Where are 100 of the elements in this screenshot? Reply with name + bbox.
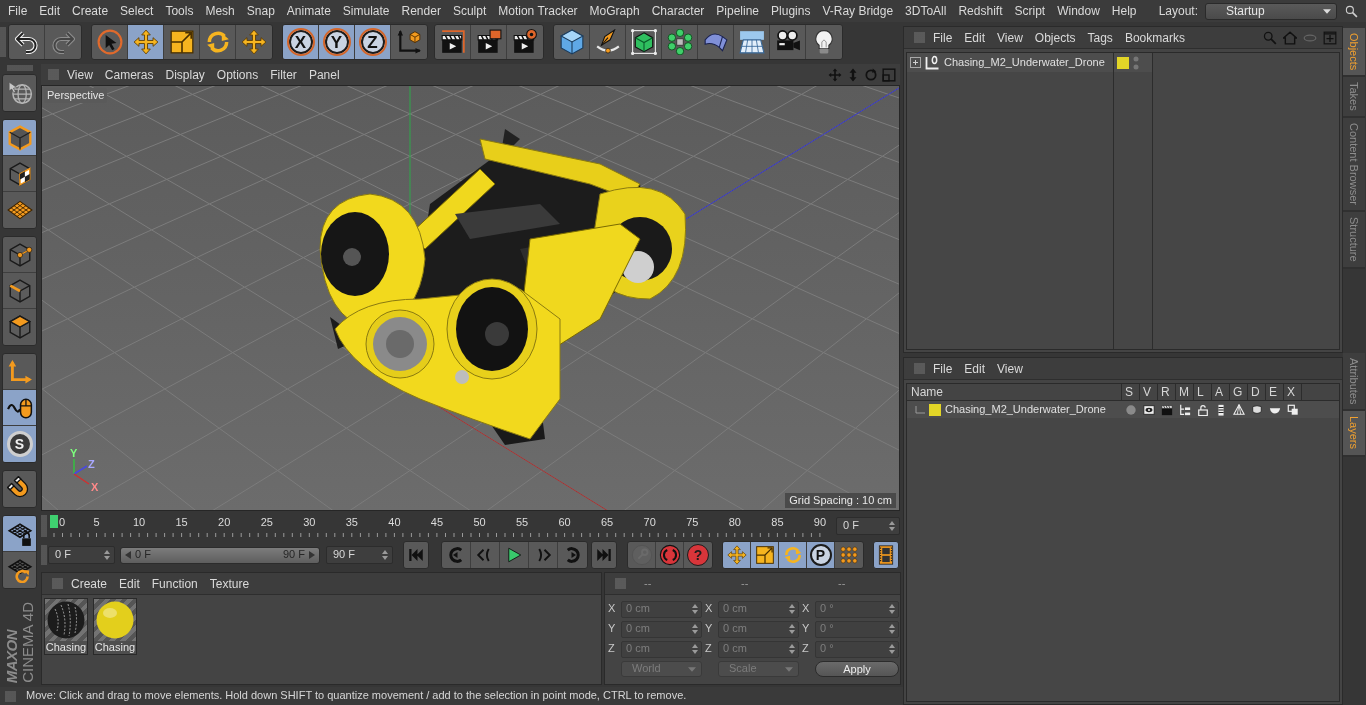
grip-handle-icon[interactable] (48, 69, 59, 80)
menu-item[interactable]: MoGraph (583, 0, 646, 22)
solo-button[interactable]: S (3, 426, 36, 462)
menu-item[interactable]: Edit (33, 0, 67, 22)
panel-tab[interactable]: Objects (1343, 28, 1365, 78)
menu-item[interactable]: Objects (1028, 26, 1082, 49)
menu-item[interactable]: Render (395, 0, 447, 22)
material-swatch[interactable]: Chasing (44, 598, 88, 655)
frame-number: 35 (345, 516, 358, 530)
menu-item[interactable]: Plugins (765, 0, 817, 22)
tweak-mode-button[interactable] (3, 390, 36, 426)
rotation-key-button[interactable] (779, 542, 807, 568)
grip-handle-icon[interactable] (52, 578, 63, 589)
menu-item[interactable]: File (927, 26, 959, 49)
grip-handle-icon[interactable] (41, 515, 47, 537)
frame-number: 5 (93, 516, 100, 530)
move-arrows-icon (828, 67, 842, 82)
caret-icon (1323, 8, 1331, 14)
grip-handle-icon[interactable] (914, 32, 925, 43)
menu-item[interactable]: Motion Tracker (492, 0, 584, 22)
object-row[interactable]: Chasing_M2_Underwater_Drone (907, 53, 1113, 72)
range-start-label: 0 F (135, 548, 151, 562)
grip-handle-icon[interactable] (5, 690, 16, 702)
axis-lock-button[interactable]: X (283, 25, 319, 59)
model-mode-button[interactable] (3, 120, 36, 156)
play-icon (505, 546, 523, 564)
menu-item[interactable]: File (2, 0, 34, 22)
axis-label: X (705, 602, 714, 616)
menu-item[interactable]: Animate (280, 0, 337, 22)
material-swatch[interactable]: Chasing (93, 598, 137, 655)
menu-item[interactable]: Panel (302, 63, 346, 86)
menu-item[interactable]: Snap (240, 0, 281, 22)
axis-lock-button[interactable]: Y (319, 25, 355, 59)
move-arrows-icon (241, 29, 267, 55)
playhead-marker[interactable] (50, 515, 58, 528)
menu-item[interactable]: Redshift (952, 0, 1009, 22)
panel-tab[interactable]: Layers (1343, 411, 1365, 457)
menu-item[interactable]: View (61, 63, 99, 86)
undo-arrow-icon (14, 30, 39, 54)
cube-outline-icon (6, 124, 33, 151)
menu-item[interactable]: Function (145, 572, 204, 595)
menu-item[interactable]: Character (645, 0, 711, 22)
menu-item[interactable]: Window (1051, 0, 1106, 22)
spinner-arrows-icon (382, 550, 388, 560)
layer-row[interactable]: Chasing_M2_Underwater_Drone (907, 401, 1339, 418)
workplane-lock-button[interactable] (3, 516, 36, 552)
menu-item[interactable]: Bookmarks (1118, 26, 1191, 49)
menu-item[interactable]: Tools (159, 0, 200, 22)
frame-number: 65 (600, 516, 614, 530)
menu-item[interactable]: V-Ray Bridge (816, 0, 900, 22)
menu-item[interactable]: View (991, 26, 1029, 49)
apply-button[interactable]: Apply (815, 661, 899, 677)
grip-handle-icon[interactable] (6, 65, 33, 71)
home-icon (1283, 30, 1297, 45)
menu-item[interactable]: View (991, 357, 1029, 380)
menu-item[interactable]: Mesh (199, 0, 241, 22)
start-frame-field[interactable]: 0 F (48, 546, 115, 564)
timeline-button[interactable] (873, 541, 899, 569)
snapping-button[interactable] (2, 470, 37, 508)
axis-lock-button[interactable]: Z (355, 25, 391, 59)
redo-arrow-icon (51, 30, 75, 54)
menu-item[interactable]: Sculpt (446, 0, 493, 22)
menu-item[interactable]: Edit (958, 26, 992, 49)
menu-item[interactable]: Pipeline (710, 0, 766, 22)
grip-handle-icon[interactable] (41, 545, 47, 565)
skip-to-start-button[interactable] (403, 541, 429, 569)
tag-row[interactable] (1114, 53, 1152, 72)
pyramid-toggle[interactable] (1230, 401, 1248, 418)
menu-item[interactable]: Create (66, 0, 115, 22)
menu-item[interactable]: Script (1008, 0, 1052, 22)
scale-key-button[interactable] (751, 542, 779, 568)
menu-item[interactable]: Texture (203, 572, 256, 595)
parameter-key-button[interactable]: P (807, 542, 835, 568)
world-mode-button[interactable] (2, 74, 37, 112)
grip-handle-icon[interactable] (615, 578, 626, 589)
menu-item[interactable]: Select (114, 0, 160, 22)
menu-item[interactable]: Filter (264, 63, 303, 86)
skip-to-end-button[interactable] (591, 541, 617, 569)
end-frame-field[interactable]: 90 F (326, 546, 393, 564)
layout-dropdown[interactable]: Startup (1205, 2, 1337, 20)
clapperboard-icon (475, 29, 502, 55)
menu-item[interactable]: Help (1105, 0, 1143, 22)
search-button[interactable] (1345, 4, 1358, 18)
clapperboard-icon (1161, 403, 1173, 416)
menu-item[interactable]: Simulate (336, 0, 396, 22)
menu-item[interactable]: Cameras (98, 63, 160, 86)
current-frame-field[interactable]: 0 F (836, 517, 900, 535)
grip-handle-icon[interactable] (0, 27, 6, 57)
menu-item[interactable]: Tags (1081, 26, 1119, 49)
frame-number: 0 (59, 516, 66, 530)
move-tool-button[interactable] (128, 25, 164, 59)
menu-item[interactable]: Create (65, 572, 114, 595)
menu-item[interactable]: Options (210, 63, 265, 86)
menu-item[interactable]: Edit (113, 572, 146, 595)
menu-item[interactable]: Display (159, 63, 211, 86)
menu-item[interactable]: 3DToAll (899, 0, 953, 22)
menu-item[interactable]: File (927, 357, 959, 380)
grip-handle-icon[interactable] (914, 363, 925, 374)
position-key-button[interactable] (723, 542, 751, 568)
menu-item[interactable]: Edit (958, 357, 992, 380)
